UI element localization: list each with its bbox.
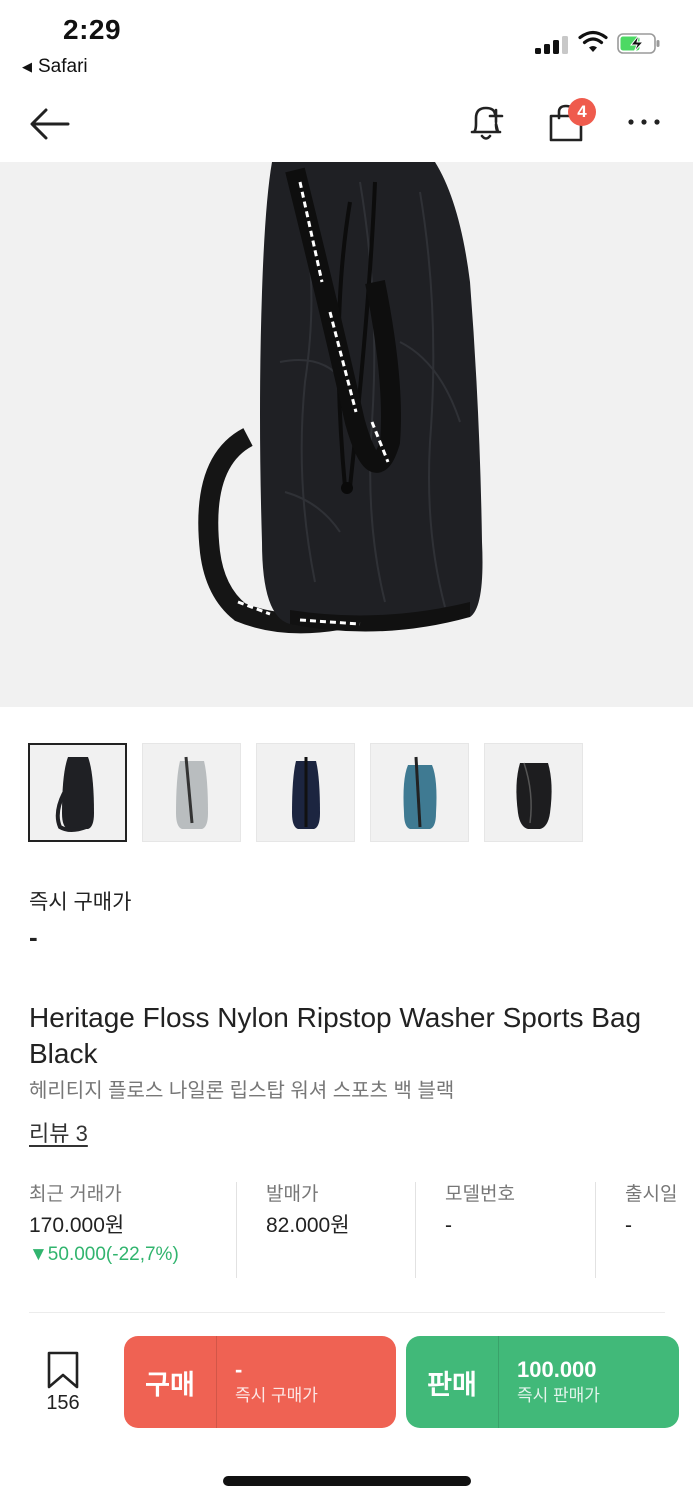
- stat-divider: [595, 1182, 596, 1278]
- instant-buy-value: -: [29, 922, 38, 952]
- sell-info: 100.000 즉시 판매가: [499, 1356, 600, 1408]
- sell-price: 100.000: [517, 1357, 597, 1382]
- thumbnail-2[interactable]: [142, 743, 241, 842]
- buy-sub-label: 즉시 구매가: [235, 1386, 318, 1405]
- divider: [29, 1312, 665, 1313]
- wishlist-count: 156: [46, 1392, 80, 1414]
- stat-value: 82.000원: [266, 1214, 350, 1237]
- bag-thumbnail-icon: [55, 756, 94, 832]
- back-triangle-icon: ◀: [22, 59, 32, 74]
- battery-charging-icon: [617, 33, 660, 54]
- thumbnail-5[interactable]: [484, 743, 583, 842]
- stat-release-date: 출시일 -: [625, 1182, 677, 1278]
- bag-thumbnail-icon: [175, 756, 208, 829]
- cart-count-badge: 4: [568, 98, 596, 126]
- more-icon[interactable]: [626, 116, 662, 128]
- bag-thumbnail-icon: [515, 762, 552, 829]
- bookmark-icon: [47, 1351, 79, 1389]
- buy-price: -: [235, 1357, 243, 1382]
- product-hero-image[interactable]: [0, 162, 693, 707]
- buy-info: - 즉시 구매가: [217, 1356, 318, 1408]
- sell-sub-label: 즉시 판매가: [517, 1386, 600, 1405]
- product-stats: 최근 거래가 170.000원 ▼50.000(-22,7%) 발매가 82.0…: [29, 1182, 693, 1278]
- status-time: 2:29: [63, 14, 122, 45]
- stat-model-number: 모델번호 -: [445, 1182, 515, 1278]
- top-nav: 4: [0, 86, 693, 162]
- thumbnail-strip: [28, 743, 583, 842]
- bell-plus-icon[interactable]: [466, 100, 508, 144]
- sports-bag-illustration: [198, 162, 483, 634]
- bag-thumbnail-icon: [403, 756, 436, 829]
- stat-divider: [415, 1182, 416, 1278]
- stat-label: 발매가: [266, 1184, 319, 1205]
- bag-thumbnail-icon: [291, 756, 320, 829]
- stat-recent-price: 최근 거래가 170.000원 ▼50.000(-22,7%): [29, 1182, 179, 1278]
- sell-label: 판매: [427, 1369, 477, 1400]
- thumbnail-3[interactable]: [256, 743, 355, 842]
- stat-label: 출시일: [625, 1184, 678, 1205]
- buy-button[interactable]: 구매 - 즉시 구매가: [124, 1336, 396, 1428]
- stat-label: 모델번호: [445, 1184, 515, 1205]
- bottom-action-bar: 156 구매 - 즉시 구매가 판매 100.000 즉시 판매가: [0, 1322, 693, 1500]
- buy-label: 구매: [145, 1369, 195, 1400]
- back-app-label: Safari: [38, 56, 88, 77]
- reviews-link[interactable]: 리뷰 3: [29, 1116, 88, 1148]
- wifi-icon: [578, 30, 608, 52]
- stat-release-price: 발매가 82.000원: [266, 1182, 350, 1278]
- arrow-left-icon[interactable]: [28, 104, 72, 144]
- stat-value: 170.000원: [29, 1214, 125, 1237]
- stat-value: -: [625, 1214, 632, 1237]
- signal-icon: [535, 36, 569, 54]
- thumbnail-4[interactable]: [370, 743, 469, 842]
- wishlist-button[interactable]: 156: [30, 1350, 96, 1420]
- instant-buy-label: 즉시 구매가: [29, 891, 132, 914]
- stat-label: 최근 거래가: [29, 1184, 122, 1205]
- thumbnail-1[interactable]: [28, 743, 127, 842]
- home-indicator[interactable]: [223, 1476, 471, 1486]
- status-bar: 2:29 ◀ Safari: [0, 0, 693, 86]
- stat-divider: [236, 1182, 237, 1278]
- product-title-en: Heritage Floss Nylon Ripstop Washer Spor…: [29, 1002, 642, 1069]
- back-to-safari[interactable]: ◀ Safari: [22, 56, 88, 78]
- product-title-ko: 헤리티지 플로스 나일론 립스탑 워셔 스포츠 백 블랙: [29, 1080, 455, 1102]
- sell-button[interactable]: 판매 100.000 즉시 판매가: [406, 1336, 679, 1428]
- stat-change: ▼50.000(-22,7%): [29, 1244, 179, 1265]
- stat-value: -: [445, 1214, 452, 1237]
